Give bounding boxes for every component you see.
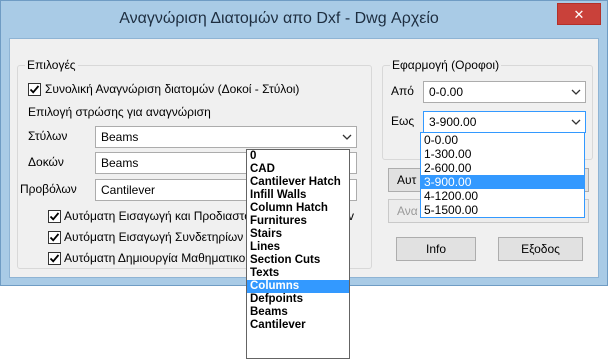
layer-option[interactable]: Cantilever Hatch [247,176,349,189]
layer-option[interactable]: Defpoints [247,293,349,306]
from-floor-value: 0-0.00 [429,85,464,99]
close-icon: ✕ [573,7,585,22]
layer-option[interactable]: Columns [247,280,349,293]
floor-option[interactable]: 3-900.00 [421,175,584,189]
cantilevers-layer-value: Cantilever [101,183,156,197]
chevron-down-icon [571,119,581,125]
check-icon [49,233,60,242]
total-recognition-label: Συνολική Αναγνώριση διατομών (Δοκοί - Στ… [45,82,300,96]
auto-recognition-button-label: Αυτ [397,173,417,187]
info-button-label: Info [425,242,446,256]
layer-option[interactable]: Section Cuts [247,254,349,267]
auto-insert-label: Αυτόματη Εισαγωγή και Προδιαστολ [64,209,257,223]
from-floor-combo[interactable]: 0-0.00 [423,81,586,103]
layer-dropdown-list[interactable]: 0 CAD Cantilever Hatch Infill Walls Column H… [246,149,350,359]
floor-option[interactable]: 5-1500.00 [421,203,584,217]
floor-option[interactable]: 0-0.00 [421,133,584,147]
columns-layer-value: Beams [101,130,139,144]
to-floor-dropdown-list[interactable]: 0-0.00 1-300.00 2-600.00 3-900.00 4-1200.00 5… [420,132,585,218]
check-icon [49,212,60,221]
exit-button[interactable]: Εξοδος [498,237,583,261]
floor-option[interactable]: 2-600.00 [421,161,584,175]
chevron-down-icon [342,134,352,140]
layer-option[interactable]: Column Hatch [247,202,349,215]
layer-option[interactable]: Infill Walls [247,189,349,202]
floors-legend: Εφαρμογή (Οροφοι) [390,58,502,72]
check-icon [29,85,40,94]
auto-stirrups-label: Αυτόματη Εισαγωγή Συνδετηρίων [64,230,244,244]
auto-insert-checkbox[interactable] [48,210,61,223]
from-floor-label: Από [391,84,414,98]
floor-option[interactable]: 4-1200.00 [421,189,584,203]
layer-option[interactable]: Stairs [247,228,349,241]
to-floor-value: 3-900.00 [429,115,477,129]
title-bar[interactable]: Αναγνώριση Διατομών απο Dxf - Dwg Αρχείο… [1,1,607,37]
auto-stirrups-checkbox[interactable] [48,231,61,244]
layer-option[interactable]: Beams [247,306,349,319]
beams-layer-value: Beams [101,156,139,170]
window-title: Αναγνώριση Διατομών απο Dxf - Dwg Αρχείο [119,10,439,27]
exit-button-label: Εξοδος [521,242,560,256]
total-recognition-checkbox[interactable] [28,83,41,96]
recognize-button-label: Ανα [397,204,418,218]
layer-option[interactable]: CAD [247,163,349,176]
to-floor-combo[interactable]: 3-900.00 [423,111,586,133]
check-icon [49,254,60,263]
close-button[interactable]: ✕ [557,3,601,25]
auto-model-checkbox[interactable] [48,252,61,265]
options-legend: Επιλογές [25,58,78,72]
layer-option[interactable]: Cantilever [247,319,349,332]
info-button[interactable]: Info [396,237,476,261]
columns-layer-label: Στύλων [28,129,68,143]
chevron-down-icon [571,89,581,95]
layer-option[interactable]: Furnitures [247,215,349,228]
columns-layer-combo[interactable]: Beams [95,126,357,148]
beams-layer-label: Δοκών [28,155,64,169]
layer-option[interactable]: Texts [247,267,349,280]
layer-option[interactable]: Lines [247,241,349,254]
floor-option[interactable]: 1-300.00 [421,147,584,161]
to-floor-label: Εως [391,114,415,128]
cantilevers-layer-label: Προβόλων [20,182,77,196]
layer-option[interactable]: 0 [247,150,349,163]
auto-model-label: Αυτόματη Δημιουργία Μαθηματικο [64,251,246,265]
layer-selection-label: Επιλογή στρώσης για αναγνώριση [28,105,211,119]
